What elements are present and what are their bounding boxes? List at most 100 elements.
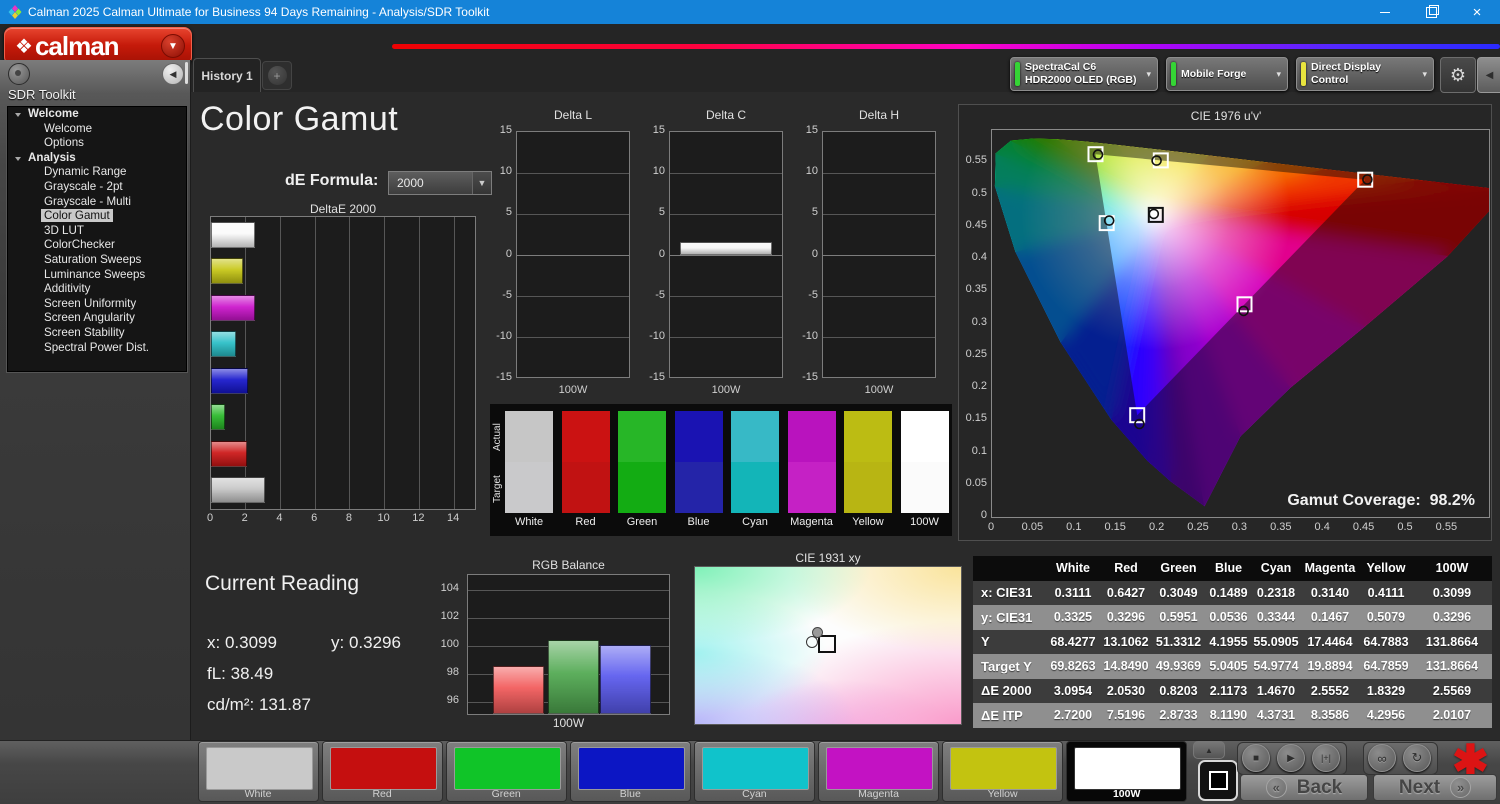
table-cell: 0.3111 <box>1054 585 1092 600</box>
delta-y-tick: 5 <box>505 206 512 219</box>
collapse-right-panel-button[interactable]: ◀ <box>1477 57 1500 93</box>
table-row-e-itp: ΔE ITP 2.7200 7.5196 2.8733 8.1190 4.3731 8.35… <box>973 703 1492 728</box>
sidebar-item-color-gamut[interactable]: Color Gamut <box>8 209 186 224</box>
minimize-button[interactable] <box>1362 0 1408 24</box>
table-cell: 0.1489 <box>1209 585 1248 600</box>
table-cell: 0.8203 <box>1159 683 1198 698</box>
rgb-y-tick: 96 <box>446 694 459 706</box>
sidebar-scrollbar[interactable] <box>185 62 188 84</box>
pattern-tile-blue[interactable]: Blue <box>569 741 691 802</box>
cie-1976-x-tick: 0.15 <box>1104 521 1126 533</box>
meter-direct-display-control[interactable]: Direct Display Control ▾ <box>1296 57 1434 91</box>
refresh-button[interactable]: ↻ <box>1403 744 1431 772</box>
add-tab-button[interactable]: + <box>262 61 292 90</box>
delta-chart-plot-delta-h <box>822 131 936 378</box>
sidebar-item-luminance-sweeps[interactable]: Luminance Sweeps <box>8 268 186 283</box>
comparator-column-100w <box>900 411 949 513</box>
app-icon <box>8 5 22 19</box>
meter-status-light <box>1015 62 1020 86</box>
rgb-bar-blue <box>600 644 651 714</box>
target-row-label: Target <box>492 475 503 503</box>
pattern-tile-green[interactable]: Green <box>445 741 567 802</box>
sidebar-item-welcome[interactable]: Welcome <box>8 122 186 137</box>
table-cell: 54.9774 <box>1253 659 1299 674</box>
rgb-y-tick: 104 <box>440 582 459 594</box>
sidebar-item-additivity[interactable]: Additivity <box>8 282 186 297</box>
sidebar-item-dynamic-range[interactable]: Dynamic Range <box>8 165 186 180</box>
cie-1976-y-tick: 0.35 <box>965 283 987 296</box>
next-button-label: Next <box>1398 776 1441 798</box>
pattern-window-button[interactable] <box>1198 760 1238 801</box>
de-formula-select[interactable]: 2000 ▼ <box>388 171 492 195</box>
deltae-bar-blue <box>211 367 248 394</box>
cie-1976-y-tick: 0.55 <box>965 154 987 167</box>
maximize-button[interactable] <box>1408 0 1454 24</box>
de-formula-value: 2000 <box>397 176 424 190</box>
table-header-cell: Green <box>1160 561 1197 576</box>
sidebar-item-grayscale-2pt[interactable]: Grayscale - 2pt <box>8 180 186 195</box>
sidebar-item-screen-uniformity[interactable]: Screen Uniformity <box>8 297 186 312</box>
stop-button[interactable]: ■ <box>1242 744 1270 772</box>
meter-label: SpectraCal C6 HDR2000 OLED (RGB) <box>1025 61 1137 86</box>
deltae-bar-red <box>211 440 247 467</box>
title-bar: Calman 2025 Calman Ultimate for Business… <box>0 0 1500 24</box>
delta-bar-delta-c <box>680 242 772 256</box>
comparator-column-label: Blue <box>687 516 710 528</box>
cie-1976-y-tick: 0.25 <box>965 347 987 360</box>
pattern-tile-white[interactable]: White <box>197 741 319 802</box>
sidebar-collapse-button[interactable]: ◀ <box>162 63 184 85</box>
delta-chart-plot-delta-l <box>516 131 630 378</box>
meter-spectracal-c6-hdr2000-oled-rgb[interactable]: SpectraCal C6 HDR2000 OLED (RGB) ▾ <box>1010 57 1158 91</box>
close-button[interactable]: × <box>1454 0 1500 24</box>
window-title: Calman 2025 Calman Ultimate for Business… <box>28 5 490 19</box>
continuous-measure-button[interactable]: ∞ <box>1368 744 1396 772</box>
settings-button[interactable]: ⚙ <box>1440 57 1476 93</box>
pattern-panel-expand-button[interactable]: ▲ <box>1193 741 1225 759</box>
table-cell: 64.7859 <box>1363 659 1409 674</box>
pattern-tile-100w[interactable]: 100W <box>1066 741 1188 802</box>
sidebar-item-spectral-power-dist[interactable]: Spectral Power Dist. <box>8 341 186 356</box>
sidebar-options-button[interactable] <box>8 63 30 85</box>
tab-history-1[interactable]: History 1 <box>193 58 261 92</box>
chevron-down-icon: ▾ <box>1422 68 1427 79</box>
back-button[interactable]: « Back <box>1240 774 1368 801</box>
sidebar-item-options[interactable]: Options <box>8 136 186 151</box>
sidebar-item-colorchecker[interactable]: ColorChecker <box>8 238 186 253</box>
single-measure-button[interactable]: |+| <box>1312 744 1340 772</box>
sidebar-item-screen-angularity[interactable]: Screen Angularity <box>8 311 186 326</box>
sidebar-item-label: Grayscale - Multi <box>44 194 131 208</box>
table-cell: 2.7200 <box>1053 708 1093 723</box>
table-cell: 64.7883 <box>1363 634 1409 649</box>
gridline <box>314 217 316 509</box>
pattern-tile-yellow[interactable]: Yellow <box>942 741 1064 802</box>
stop-icon: ■ <box>1252 752 1260 764</box>
table-cell: 3.0954 <box>1053 683 1093 698</box>
sidebar-item-saturation-sweeps[interactable]: Saturation Sweeps <box>8 253 186 268</box>
deltae-bar-magenta <box>211 294 256 321</box>
gridline <box>823 172 935 174</box>
reading-fl: fL: 38.49 <box>207 664 274 683</box>
sidebar-item-analysis[interactable]: Analysis <box>8 151 186 166</box>
sidebar-item-screen-stability[interactable]: Screen Stability <box>8 326 186 341</box>
sidebar-item-3d-lut[interactable]: 3D LUT <box>8 224 186 239</box>
cie-1976-y-tick: 0.4 <box>971 251 987 263</box>
comparator-actual-swatch <box>505 411 553 462</box>
pattern-tile-cyan[interactable]: Cyan <box>693 741 815 802</box>
delta-y-tick: -5 <box>808 288 818 301</box>
infinity-icon: ∞ <box>1377 750 1387 766</box>
comparator-actual-swatch <box>561 411 610 462</box>
meter-status-light <box>1171 62 1176 86</box>
sidebar-item-label: Welcome <box>28 107 79 120</box>
deltae-x-tick: 0 <box>206 512 214 524</box>
next-button[interactable]: Next » <box>1373 774 1497 801</box>
play-button[interactable]: ▶ <box>1277 744 1305 772</box>
sidebar-item-label: Screen Uniformity <box>44 296 137 310</box>
delta-x-label: 100W <box>711 384 741 396</box>
meter-mobile-forge[interactable]: Mobile Forge ▾ <box>1166 57 1288 91</box>
deltae-bar-100w <box>211 221 256 248</box>
sidebar-item-welcome[interactable]: Welcome <box>8 107 186 122</box>
pattern-tile-red[interactable]: Red <box>321 741 443 802</box>
cie-1976-x-tick: 0.45 <box>1352 521 1375 533</box>
pattern-tile-magenta[interactable]: Magenta <box>818 741 939 802</box>
sidebar-item-grayscale-multi[interactable]: Grayscale - Multi <box>8 195 186 210</box>
